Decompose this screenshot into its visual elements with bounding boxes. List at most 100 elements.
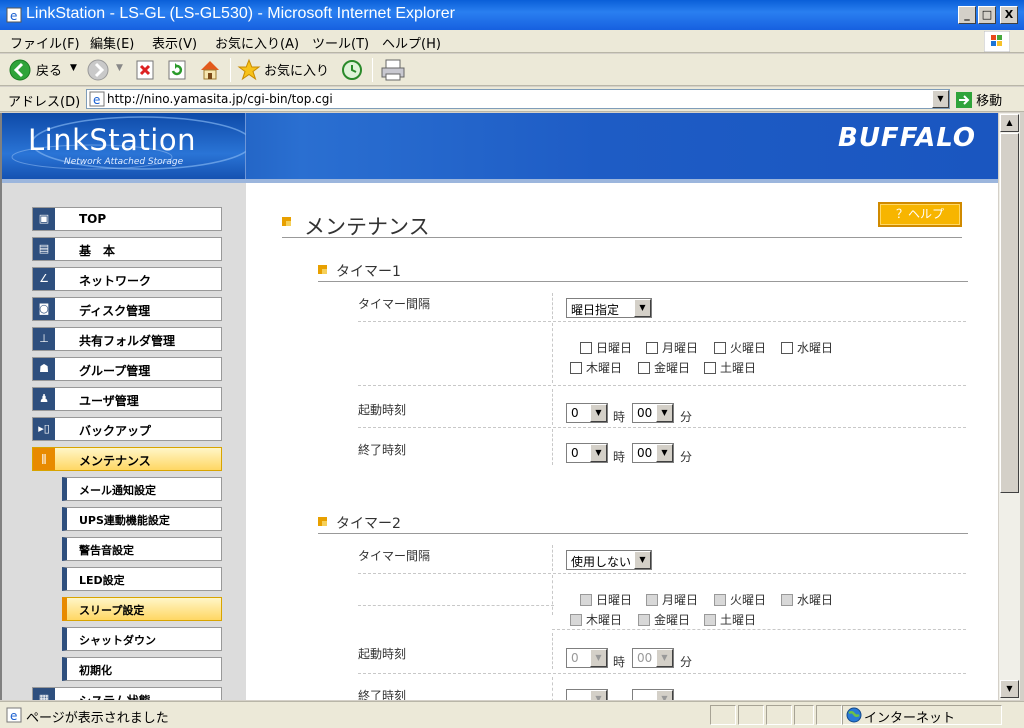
select-value: 0 [571,446,579,460]
window-title-bar[interactable]: e LinkStation - LS-GL (LS-GL530) - Micro… [0,0,1024,30]
timer2-thu-checkbox[interactable]: 木曜日 [570,611,622,628]
toolbar-separator [230,58,231,82]
status-pane [816,705,842,725]
favorites-button[interactable]: お気に入り [264,60,329,79]
scroll-thumb[interactable] [1000,133,1019,493]
scroll-up-icon[interactable]: ▲ [1000,114,1019,132]
timer1-end-minute-select[interactable]: 00 ▼ [632,443,674,463]
maximize-button[interactable]: □ [978,6,996,24]
sidebar-subitem-beep[interactable]: 警告音設定 [62,537,222,561]
address-input[interactable]: e http://nino.yamasita.jp/cgi-bin/top.cg… [86,89,950,109]
page-icon: e [89,91,105,107]
timer2-interval-select[interactable]: 使用しない ▼ [566,550,652,570]
checkbox-box [646,342,658,354]
address-dropdown-icon[interactable]: ▼ [932,90,949,108]
sidebar-subitem-ups[interactable]: UPS連動機能設定 [62,507,222,531]
timer1-mon-checkbox[interactable]: 月曜日 [646,339,698,356]
go-label: 移動 [976,94,1003,109]
menu-tools[interactable]: ツール(T) [312,33,369,52]
chevron-down-icon: ▼ [656,649,673,667]
timer2-tue-checkbox[interactable]: 火曜日 [714,591,766,608]
section-bullet-icon [318,265,327,274]
sidebar-item-top[interactable]: ▣ TOP [32,207,222,231]
minute-unit: 分 [680,410,693,424]
stop-icon[interactable] [134,58,156,82]
go-button[interactable]: 移動 [956,90,1002,109]
checkbox-box [646,594,658,606]
system-icon: ▦ [33,688,55,700]
sidebar-item-maintenance[interactable]: ǁ メンテナンス [32,447,222,471]
back-dropdown-icon[interactable]: ▼ [70,63,77,73]
scroll-down-icon[interactable]: ▼ [1000,680,1019,698]
timer1-end-hour-select[interactable]: 0 ▼ [566,443,608,463]
sidebar-item-system-status[interactable]: ▦ システム状態 [32,687,222,700]
timer2-start-hour-select[interactable]: 0 ▼ [566,648,608,668]
menu-help[interactable]: ヘルプ(H) [382,33,441,52]
back-arrow-icon[interactable] [8,58,32,82]
address-label: アドレス(D) [8,95,81,110]
select-value: 0 [571,406,579,420]
menu-view[interactable]: 表示(V) [152,33,197,52]
sidebar-item-label: グループ管理 [79,364,151,378]
menu-edit[interactable]: 編集(E) [90,33,134,52]
timer2-end-hour-select[interactable]: ▼ [566,689,608,700]
address-url[interactable]: http://nino.yamasita.jp/cgi-bin/top.cgi [107,92,333,106]
minimize-button[interactable]: _ [958,6,976,24]
timer1-sun-checkbox[interactable]: 日曜日 [580,339,632,356]
menu-favorites[interactable]: お気に入り(A) [215,33,299,52]
folder-icon: ⊥ [33,328,55,350]
sidebar-item-label: 共有フォルダ管理 [79,334,176,348]
timer1-wed-checkbox[interactable]: 水曜日 [781,339,833,356]
timer2-start-minute-select[interactable]: 00 ▼ [632,648,674,668]
sidebar-subitem-sleep[interactable]: スリープ設定 [62,597,222,621]
sidebar-item-user[interactable]: ♟ ユーザ管理 [32,387,222,411]
timer1-interval-select[interactable]: 曜日指定 ▼ [566,298,652,318]
print-icon[interactable] [380,58,406,82]
history-icon[interactable] [340,58,364,82]
sidebar-item-basic[interactable]: ▤ 基 本 [32,237,222,261]
timer2-sat-checkbox[interactable]: 土曜日 [704,611,756,628]
header-banner: LinkStation Network Attached Storage BUF… [2,113,998,181]
page-viewport: LinkStation Network Attached Storage BUF… [0,113,998,700]
timer1-fri-checkbox[interactable]: 金曜日 [638,359,690,376]
sidebar-subitem-initialize[interactable]: 初期化 [62,657,222,681]
minute-unit: 分 [680,450,693,464]
menu-file[interactable]: ファイル(F) [10,33,80,52]
help-button[interactable]: ？ヘルプ [878,202,962,227]
chevron-down-icon: ▼ [634,299,651,317]
refresh-icon[interactable] [166,58,188,82]
timer2-end-minute-select[interactable]: ▼ [632,689,674,700]
sidebar-item-disk[interactable]: ◙ ディスク管理 [32,297,222,321]
timer2-mon-checkbox[interactable]: 月曜日 [646,591,698,608]
vertical-scrollbar[interactable]: ▲ ▼ [998,113,1020,700]
sidebar-item-shared-folder[interactable]: ⊥ 共有フォルダ管理 [32,327,222,351]
timer2-sun-checkbox[interactable]: 日曜日 [580,591,632,608]
timer1-thu-checkbox[interactable]: 木曜日 [570,359,622,376]
timer1-start-hour-select[interactable]: 0 ▼ [566,403,608,423]
back-button[interactable]: 戻る [36,60,62,79]
sidebar-item-network[interactable]: ∠ ネットワーク [32,267,222,291]
sidebar: ▣ TOP ▤ 基 本 ∠ ネットワーク ◙ ディスク管理 ⊥ 共有フォルダ管理… [2,183,246,700]
select-value: 曜日指定 [571,303,620,317]
hour-unit: 時 [613,450,626,464]
sidebar-subitem-led[interactable]: LED設定 [62,567,222,591]
close-button[interactable]: X [1000,6,1018,24]
home-icon[interactable] [198,58,222,82]
forward-dropdown-icon[interactable]: ▼ [116,63,123,73]
column-divider [552,545,553,571]
forward-arrow-icon[interactable] [86,58,110,82]
timer2-fri-checkbox[interactable]: 金曜日 [638,611,690,628]
sidebar-subitem-shutdown[interactable]: シャットダウン [62,627,222,651]
section-bullet-icon [318,517,327,526]
sidebar-subitem-mail-notify[interactable]: メール通知設定 [62,477,222,501]
title-bullet-icon [282,217,291,226]
timer1-sat-checkbox[interactable]: 土曜日 [704,359,756,376]
timer1-tue-checkbox[interactable]: 火曜日 [714,339,766,356]
sidebar-item-backup[interactable]: ▸▯ バックアップ [32,417,222,441]
page-done-icon: e [6,707,22,723]
sidebar-item-group[interactable]: ☗ グループ管理 [32,357,222,381]
day-label: 金曜日 [654,361,691,375]
timer2-wed-checkbox[interactable]: 水曜日 [781,591,833,608]
favorites-star-icon[interactable] [236,58,262,82]
timer1-start-minute-select[interactable]: 00 ▼ [632,403,674,423]
